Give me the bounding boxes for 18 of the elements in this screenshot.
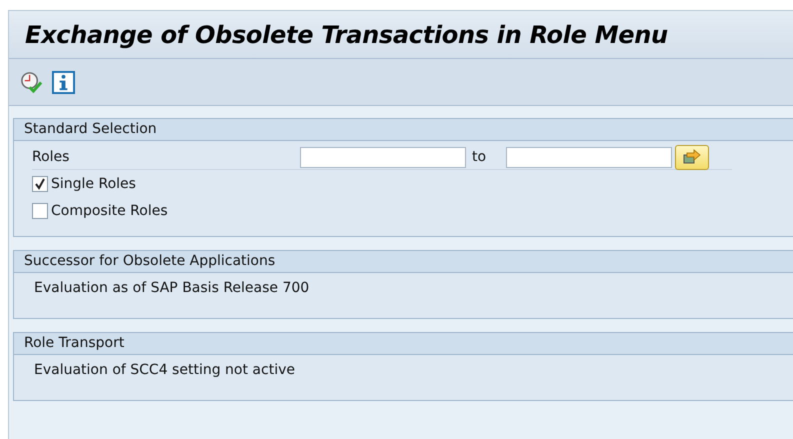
arrow-icon — [682, 149, 702, 165]
info-text: Evaluation as of SAP Basis Release 700 — [34, 279, 310, 296]
multiple-selection-button[interactable] — [675, 144, 709, 170]
group-header: Role Transport — [14, 333, 793, 355]
checkbox[interactable] — [32, 176, 48, 192]
clock-check-icon[interactable] — [20, 70, 43, 94]
group-header: Successor for Obsolete Applications — [14, 251, 793, 273]
checkbox[interactable] — [32, 202, 48, 218]
input-field[interactable] — [300, 146, 466, 168]
field-label: Roles — [32, 149, 70, 165]
checkbox-label: Single Roles — [51, 176, 136, 192]
checkbox-label: Composite Roles — [51, 202, 168, 218]
info-text: Evaluation of SCC4 setting not active — [34, 361, 295, 378]
input-field[interactable] — [506, 146, 672, 168]
group-header: Standard Selection — [14, 119, 793, 141]
window-title: Exchange of Obsolete Transactions in Role Menu — [25, 20, 668, 48]
info-icon[interactable] — [52, 70, 75, 94]
field-label: to — [471, 149, 488, 165]
